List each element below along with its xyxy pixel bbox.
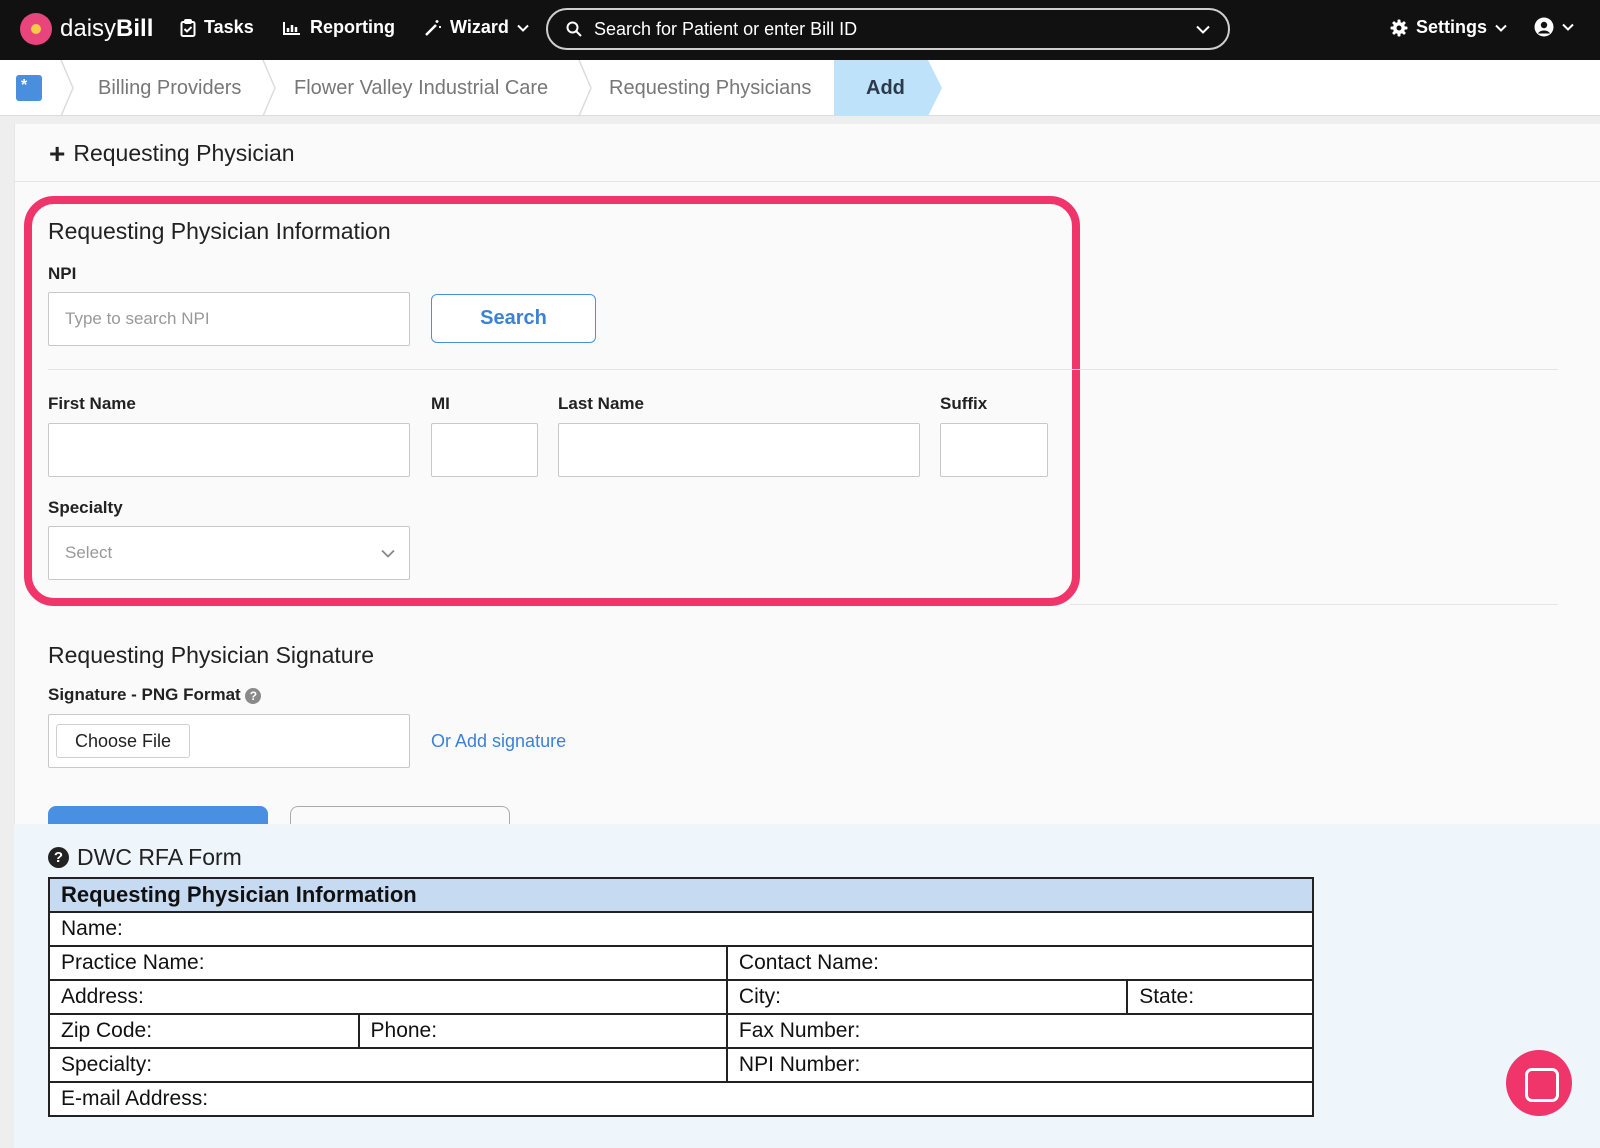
- mi-field[interactable]: [431, 423, 538, 477]
- plus-icon: +: [49, 137, 66, 169]
- cancel-button[interactable]: [290, 806, 510, 826]
- rfa-specialty-cell: Specialty:: [48, 1047, 728, 1083]
- page-title: + Requesting Physician: [49, 137, 295, 169]
- npi-search-button[interactable]: Search: [431, 294, 596, 343]
- rfa-address-cell: Address:: [48, 979, 728, 1015]
- rfa-contact-name-cell: Contact Name:: [725, 945, 1315, 981]
- card-header: + Requesting Physician: [15, 124, 1600, 182]
- help-circle-icon: ?: [48, 847, 69, 868]
- table-row: Specialty: NPI Number:: [48, 1047, 1315, 1083]
- daisy-flower-icon: [20, 13, 52, 45]
- nav-reporting-label: Reporting: [310, 17, 395, 37]
- dwc-title: ? DWC RFA Form: [48, 844, 242, 871]
- breadcrumb-separator-icon: [262, 60, 276, 116]
- search-icon: [566, 21, 582, 37]
- rfa-table-header: Requesting Physician Information: [48, 877, 1314, 913]
- breadcrumb-separator-icon: [578, 60, 592, 116]
- dwc-title-text: DWC RFA Form: [77, 844, 242, 870]
- table-row: Name:: [48, 911, 1314, 947]
- breadcrumb-requesting-physicians[interactable]: Requesting Physicians: [609, 60, 811, 116]
- rfa-name-cell: Name:: [48, 911, 1314, 947]
- nav-wizard[interactable]: Wizard: [424, 17, 529, 38]
- brand-name: daisyBill: [60, 15, 154, 42]
- choose-file-button[interactable]: Choose File: [56, 724, 190, 758]
- info-section-title: Requesting Physician Information: [48, 218, 391, 244]
- specialty-select[interactable]: Select: [48, 526, 410, 580]
- rfa-phone-cell: Phone:: [357, 1013, 728, 1049]
- rfa-zip-cell: Zip Code:: [48, 1013, 360, 1049]
- signature-label-text: Signature - PNG Format: [48, 685, 241, 704]
- breadcrumb-current-label: Add: [866, 77, 905, 99]
- nav-settings-label: Settings: [1416, 17, 1488, 37]
- breadcrumb-billing-providers[interactable]: Billing Providers: [98, 60, 241, 116]
- divider: [48, 369, 1558, 370]
- nav-wizard-label: Wizard: [450, 17, 509, 37]
- rfa-city-cell: City:: [725, 979, 1129, 1015]
- npi-search-input[interactable]: Type to search NPI: [48, 292, 410, 346]
- suffix-field[interactable]: [940, 423, 1048, 477]
- nav-tasks-label: Tasks: [204, 17, 254, 37]
- table-row: Zip Code: Phone: Fax Number:: [48, 1013, 1315, 1049]
- table-row: E-mail Address:: [48, 1081, 1314, 1117]
- last-name-label: Last Name: [558, 394, 644, 413]
- suffix-label: Suffix: [940, 394, 988, 413]
- magic-wand-icon: [425, 19, 441, 36]
- chevron-down-icon: [381, 549, 395, 558]
- add-signature-link[interactable]: Or Add signature: [431, 731, 566, 752]
- mi-label: MI: [431, 394, 450, 413]
- nav-tasks[interactable]: Tasks: [180, 17, 254, 38]
- top-nav: daisyBill Tasks Reporting Wizard Search …: [0, 0, 1600, 60]
- signature-label: Signature - PNG Format ?: [48, 685, 262, 705]
- user-circle-icon: [1534, 17, 1554, 37]
- breadcrumb-current: Add: [834, 60, 942, 116]
- chat-launcher-icon[interactable]: [1506, 1050, 1572, 1116]
- clipboard-check-icon: [180, 18, 196, 37]
- rfa-table: Requesting Physician Information Name: P…: [48, 877, 1315, 1117]
- patient-search-bar[interactable]: Search for Patient or enter Bill ID: [546, 8, 1230, 50]
- rfa-fax-cell: Fax Number:: [725, 1013, 1315, 1049]
- gear-icon: [1390, 19, 1408, 36]
- nav-settings[interactable]: Settings: [1390, 17, 1507, 38]
- brand-logo[interactable]: daisyBill: [20, 12, 153, 46]
- nav-reporting[interactable]: Reporting: [282, 17, 395, 38]
- breadcrumb-provider[interactable]: Flower Valley Industrial Care: [294, 60, 548, 116]
- divider: [1070, 604, 1558, 605]
- breadcrumb-separator-icon: [60, 60, 74, 116]
- chevron-down-icon: [1562, 23, 1574, 31]
- specialty-selected-value: Select: [65, 543, 113, 562]
- add-button[interactable]: [48, 806, 268, 826]
- rfa-npi-number-cell: NPI Number:: [725, 1047, 1315, 1083]
- rfa-practice-name-cell: Practice Name:: [48, 945, 728, 981]
- page-title-text: Requesting Physician: [73, 140, 295, 166]
- breadcrumb: Billing Providers Flower Valley Industri…: [0, 60, 1600, 116]
- chevron-down-icon: [517, 24, 529, 32]
- bar-chart-icon: [283, 21, 300, 35]
- rfa-email-cell: E-mail Address:: [48, 1081, 1314, 1117]
- table-row: Requesting Physician Information: [48, 877, 1314, 913]
- specialty-label: Specialty: [48, 498, 123, 517]
- first-name-label: First Name: [48, 394, 136, 413]
- signature-section-title: Requesting Physician Signature: [48, 642, 375, 668]
- npi-label: NPI: [48, 264, 77, 283]
- npi-placeholder: Type to search NPI: [65, 309, 210, 328]
- table-row: Address: City: State:: [48, 979, 1314, 1015]
- first-name-field[interactable]: [48, 423, 410, 477]
- search-placeholder: Search for Patient or enter Bill ID: [594, 18, 858, 39]
- home-icon[interactable]: [16, 75, 42, 101]
- choose-file-label: Choose File: [74, 730, 172, 751]
- help-icon[interactable]: ?: [245, 687, 262, 704]
- chevron-down-icon: [1495, 24, 1507, 32]
- user-menu[interactable]: [1534, 17, 1574, 37]
- rfa-state-cell: State:: [1126, 979, 1314, 1015]
- chevron-down-icon[interactable]: [1196, 25, 1210, 34]
- search-button-label: Search: [480, 307, 547, 329]
- table-row: Practice Name: Contact Name:: [48, 945, 1315, 981]
- last-name-field[interactable]: [558, 423, 920, 477]
